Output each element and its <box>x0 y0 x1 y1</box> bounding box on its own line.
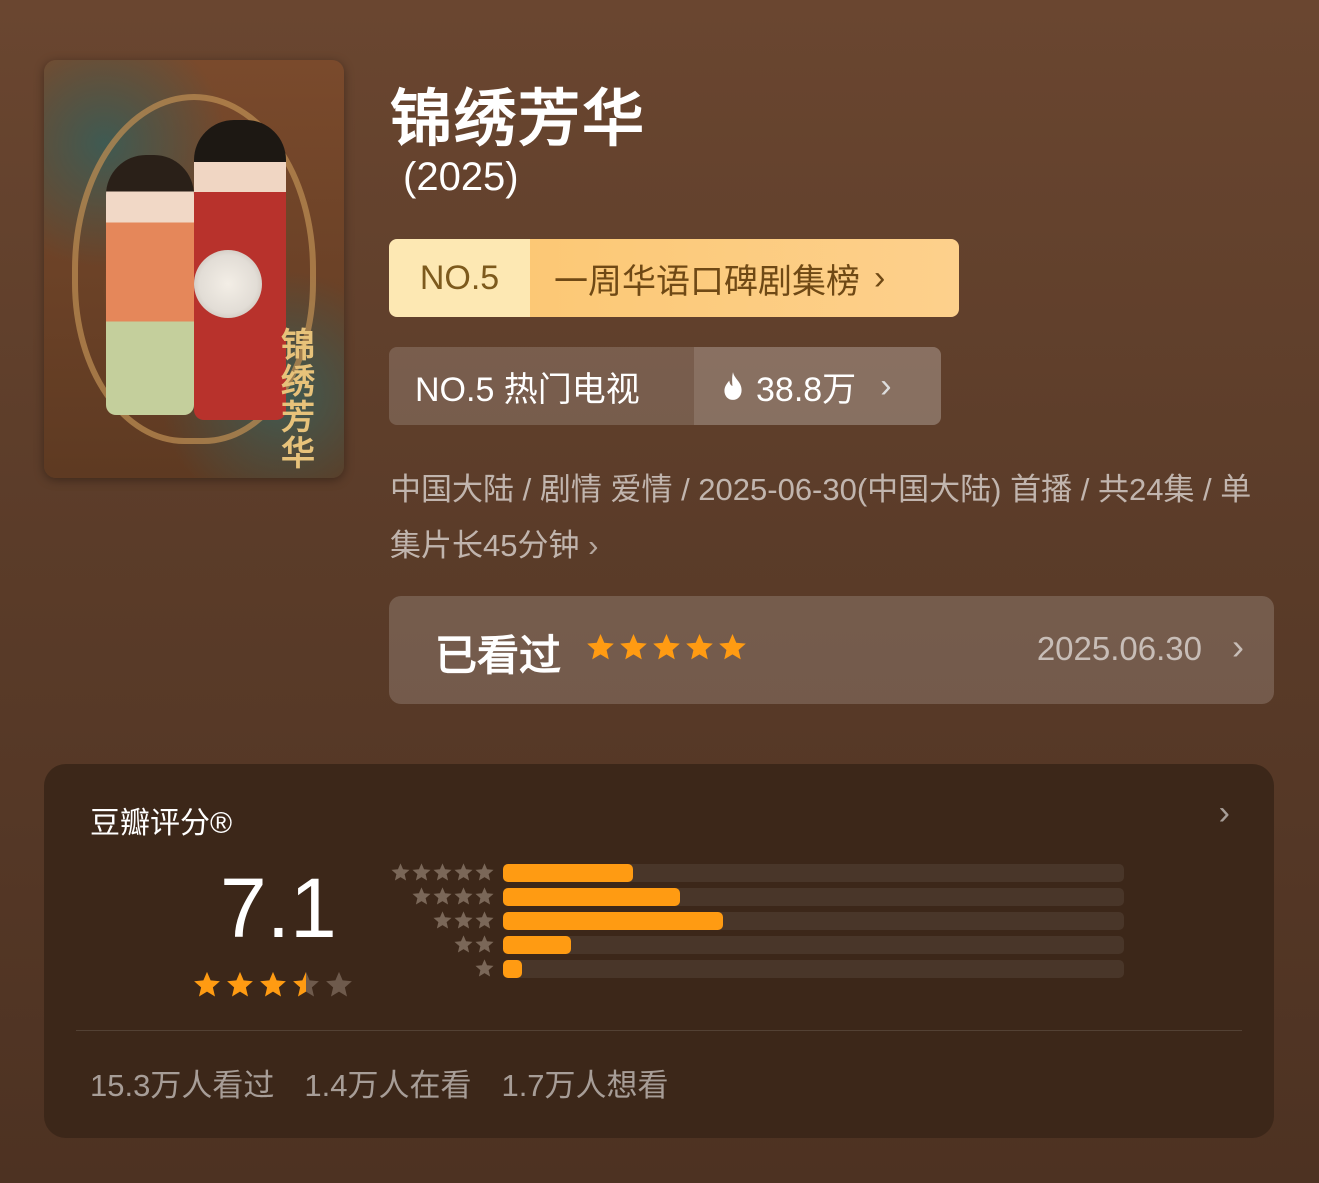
rating-card-heading: 豆瓣评分® <box>90 807 233 840</box>
star-icon <box>454 911 473 929</box>
hot-count-link[interactable]: 38.8万 › <box>694 347 941 425</box>
chevron-right-icon: › <box>874 258 886 297</box>
distribution-bar <box>503 888 680 906</box>
metadata-text: 中国大陆 / 剧情 爱情 / 2025-06-30(中国大陆) 首播 / 共24… <box>390 472 1252 563</box>
rating-score: 7.1 <box>220 861 337 955</box>
distribution-bar <box>503 936 572 954</box>
chevron-right-icon[interactable]: › <box>1219 794 1230 833</box>
distribution-row-2-star <box>382 934 1162 955</box>
star-icon <box>475 911 494 929</box>
distribution-track <box>503 912 1124 930</box>
star-icon <box>227 971 253 997</box>
poster-caption: 锦绣芳华 <box>281 326 317 474</box>
star-icon <box>475 863 494 881</box>
distribution-track <box>503 888 1124 906</box>
score-stars <box>192 970 354 1000</box>
hot-count: 38.8万 <box>756 370 857 409</box>
divider <box>76 1030 1242 1031</box>
star-icon <box>260 971 286 997</box>
ranking-badge[interactable]: NO.5 一周华语口碑剧集榜 › <box>389 239 959 317</box>
distribution-bar <box>503 960 522 978</box>
star-icon <box>475 959 494 977</box>
distribution-track <box>503 864 1124 882</box>
star-icon <box>433 863 452 881</box>
star-icon <box>194 971 220 997</box>
distribution-stars <box>432 910 495 931</box>
star-icon <box>433 887 452 905</box>
star-icon <box>433 911 452 929</box>
star-icon <box>454 935 473 953</box>
chevron-right-icon: › <box>588 528 599 563</box>
distribution-track <box>503 960 1124 978</box>
distribution-row-4-star <box>382 886 1162 907</box>
star-icon <box>620 633 647 660</box>
star-icon <box>412 863 431 881</box>
distribution-track <box>503 936 1124 954</box>
release-year: (2025) <box>403 155 519 199</box>
star-icon <box>475 887 494 905</box>
hot-tv-label: NO.5 热门电视 <box>389 347 694 425</box>
poster-fan <box>194 250 262 318</box>
page-title: 锦绣芳华 <box>390 85 647 154</box>
star-icon <box>719 633 746 660</box>
star-icon <box>475 935 494 953</box>
flame-icon <box>724 372 742 400</box>
watched-date: 2025.06.30 <box>1036 630 1202 667</box>
star-icon <box>454 887 473 905</box>
star-icon <box>293 971 319 997</box>
poster-image[interactable]: 锦绣芳华 <box>44 60 344 478</box>
distribution-row-5-star <box>382 862 1162 883</box>
count-wish: 1.7万人想看 <box>501 1068 669 1103</box>
star-icon <box>653 633 680 660</box>
distribution-stars <box>411 886 495 907</box>
chevron-right-icon: › <box>1232 626 1244 667</box>
ranking-list-label: 一周华语口碑剧集榜 <box>554 262 860 301</box>
star-icon <box>326 971 352 997</box>
watched-label: 已看过 <box>435 632 562 679</box>
star-icon <box>686 633 713 660</box>
count-watching: 1.4万人在看 <box>304 1068 472 1103</box>
star-icon <box>587 633 614 660</box>
show-metadata[interactable]: 中国大陆 / 剧情 爱情 / 2025-06-30(中国大陆) 首播 / 共24… <box>390 462 1270 574</box>
count-watched: 15.3万人看过 <box>90 1068 275 1103</box>
star-icon <box>454 863 473 881</box>
watched-status-bar[interactable]: 已看过 2025.06.30 › <box>389 596 1274 704</box>
star-icon <box>391 863 410 881</box>
star-icon <box>412 887 431 905</box>
distribution-stars <box>390 862 495 883</box>
poster-figure-female <box>106 155 194 415</box>
distribution-row-3-star <box>382 910 1162 931</box>
distribution-row-1-star <box>382 958 1162 979</box>
distribution-bar <box>503 864 634 882</box>
user-rating-stars <box>585 632 748 663</box>
ranking-list-link[interactable]: 一周华语口碑剧集榜 › <box>530 239 959 317</box>
distribution-stars <box>453 934 495 955</box>
hot-tv-badge[interactable]: NO.5 热门电视 38.8万 › <box>389 347 941 425</box>
douban-rating-card[interactable]: 豆瓣评分® › 7.1 15.3万人看过 1.4万人在看 1.7万人想看 <box>44 764 1274 1138</box>
ranking-number: NO.5 <box>389 239 530 317</box>
distribution-stars <box>474 958 495 979</box>
audience-counts: 15.3万人看过 1.4万人在看 1.7万人想看 <box>90 1060 669 1105</box>
distribution-bar <box>503 912 724 930</box>
chevron-right-icon: › <box>880 366 892 405</box>
